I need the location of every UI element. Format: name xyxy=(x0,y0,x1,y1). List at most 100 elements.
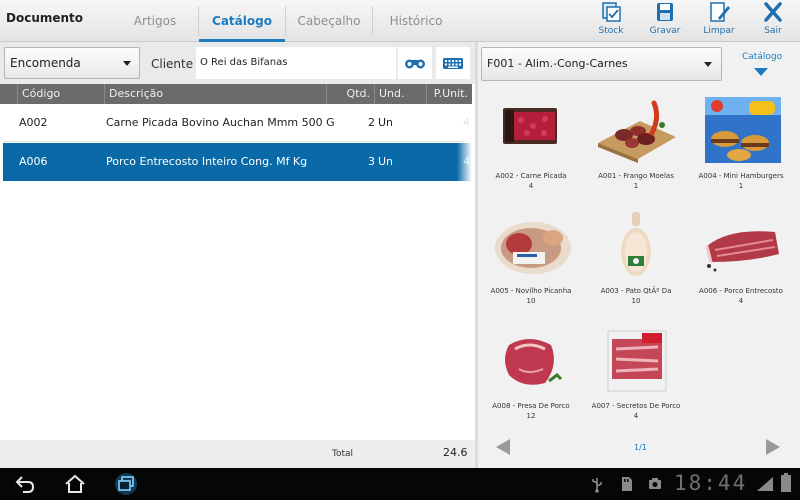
stock-button[interactable]: Stock xyxy=(589,2,633,40)
cell-und: Un xyxy=(378,155,394,168)
product-qty: 12 xyxy=(526,412,536,420)
clear-label: Limpar xyxy=(703,26,735,36)
product-tile[interactable]: A004 - Mini Hamburgers 1 xyxy=(689,95,793,190)
product-qty: 4 xyxy=(528,182,534,190)
product-name: A004 - Mini Hamburgers xyxy=(698,172,784,180)
total-value: 24.6 xyxy=(443,446,468,459)
clear-icon xyxy=(710,2,730,22)
exit-button[interactable]: Sair xyxy=(751,2,795,40)
ground-meat-image xyxy=(503,108,557,144)
table-row-selected[interactable]: A006 Porco Entrecosto Inteiro Cong. Mf K… xyxy=(3,143,471,181)
product-name: A008 - Presa De Porco xyxy=(492,402,570,410)
column-header-punit[interactable]: P.Unit. xyxy=(426,84,472,104)
product-tile[interactable]: A002 - Carne Picada 4 xyxy=(479,95,583,190)
pork-ribs-image xyxy=(705,231,779,272)
save-icon xyxy=(657,3,673,21)
product-qty: 1 xyxy=(633,182,639,190)
family-select-value: F001 - Alim.-Cong-Carnes xyxy=(487,57,628,70)
stock-icon xyxy=(602,2,621,22)
chevron-down-icon xyxy=(704,62,712,67)
clear-button[interactable]: Limpar xyxy=(697,2,741,40)
whole-duck-image xyxy=(621,212,651,276)
family-select[interactable]: F001 - Alim.-Cong-Carnes xyxy=(481,47,722,81)
tab-historico[interactable]: Histórico xyxy=(373,0,459,42)
keyboard-button[interactable] xyxy=(436,47,470,79)
column-header-codigo[interactable]: Código xyxy=(17,84,105,104)
total-bar: Total 24.6 xyxy=(0,440,475,468)
product-name: A006 - Porco Entrecosto xyxy=(699,287,783,295)
chicken-gizzards-image xyxy=(598,100,676,163)
binoculars-icon xyxy=(405,59,425,69)
catalog-panel: F001 - Alim.-Cong-Carnes Catálogo A002 -… xyxy=(478,42,800,468)
row-fade xyxy=(457,104,471,142)
product-name: A005 - Novilho Picanha xyxy=(490,287,572,295)
sd-card-icon xyxy=(622,477,632,491)
usb-icon xyxy=(592,478,602,493)
close-icon xyxy=(764,2,782,22)
column-header-descricao[interactable]: Descrição xyxy=(104,84,326,104)
product-name: A001 - Frango Moelas xyxy=(598,172,674,180)
document-filter-bar: Encomenda Cliente O Rei das Bifanas xyxy=(0,42,475,84)
search-client-button[interactable] xyxy=(398,47,432,79)
cell-codigo: A002 xyxy=(19,116,48,129)
page-indicator: 1/1 xyxy=(634,443,647,452)
tab-artigos[interactable]: Artigos xyxy=(112,0,198,42)
product-qty: 10 xyxy=(631,297,641,305)
row-fade xyxy=(457,143,471,181)
document-type-select[interactable]: Encomenda xyxy=(4,47,140,79)
product-name: A002 - Carne Picada xyxy=(495,172,567,180)
save-label: Gravar xyxy=(649,26,681,36)
exit-label: Sair xyxy=(764,26,782,36)
product-qty: 10 xyxy=(526,297,536,305)
product-tile[interactable]: A007 - Secretos De Porco 4 xyxy=(584,325,688,420)
beef-picanha-image xyxy=(495,222,571,274)
column-header-qtd[interactable]: Qtd. xyxy=(326,84,374,104)
product-qty: 1 xyxy=(738,182,744,190)
product-tile[interactable]: A005 - Novilho Picanha 10 xyxy=(479,210,583,305)
column-header-und[interactable]: Und. xyxy=(374,84,426,104)
app-toolbar: Documento Artigos Catálogo Cabeçalho His… xyxy=(0,0,800,42)
catalog-toggle-label[interactable]: Catálogo xyxy=(742,52,782,62)
cliente-label: Cliente xyxy=(151,57,194,71)
cell-qtd: 2 xyxy=(368,116,375,129)
previous-page-arrow-icon[interactable] xyxy=(496,439,510,455)
tab-cabecalho[interactable]: Cabeçalho xyxy=(286,0,372,42)
wifi-icon xyxy=(757,477,773,491)
pork-presa-image xyxy=(505,339,563,385)
page-title: Documento xyxy=(6,11,84,25)
product-qty: 4 xyxy=(633,412,639,420)
cell-qtd: 3 xyxy=(368,155,375,168)
product-tile[interactable]: A006 - Porco Entrecosto 4 xyxy=(689,210,793,305)
cell-descricao: Porco Entrecosto Inteiro Cong. Mf Kg xyxy=(106,155,308,168)
home-icon[interactable] xyxy=(64,474,86,494)
catalog-toggle-arrow-icon[interactable] xyxy=(754,68,768,76)
stock-label: Stock xyxy=(598,26,624,36)
total-label: Total xyxy=(332,449,354,459)
cliente-field[interactable]: O Rei das Bifanas xyxy=(196,47,396,79)
tab-catalogo[interactable]: Catálogo xyxy=(199,0,285,42)
next-page-arrow-icon[interactable] xyxy=(766,439,780,455)
table-row[interactable]: A002 Carne Picada Bovino Auchan Mmm 500 … xyxy=(3,104,471,142)
recent-apps-icon[interactable] xyxy=(113,472,139,496)
battery-icon xyxy=(781,473,791,492)
cell-und: Un xyxy=(378,116,394,129)
table-header: Código Descrição Qtd. Und. P.Unit. xyxy=(0,84,472,104)
product-tile[interactable]: A001 - Frango Moelas 1 xyxy=(584,95,688,190)
pork-secretos-image xyxy=(607,330,667,392)
clock: 18:44 xyxy=(674,471,748,495)
product-name: A007 - Secretos De Porco xyxy=(591,402,681,410)
back-icon[interactable] xyxy=(14,474,36,494)
product-name: A003 - Pato QtÂº Da xyxy=(600,287,672,295)
product-qty: 4 xyxy=(738,297,744,305)
mini-hamburgers-box-image xyxy=(705,97,781,163)
cell-codigo: A006 xyxy=(19,155,48,168)
system-navigation-bar: 18:44 xyxy=(0,468,800,500)
screenshot-icon xyxy=(649,478,661,489)
keyboard-icon xyxy=(443,58,463,69)
product-tile[interactable]: A008 - Presa De Porco 12 xyxy=(479,325,583,420)
chevron-down-icon xyxy=(123,61,131,66)
product-tile[interactable]: A003 - Pato QtÂº Da 10 xyxy=(584,210,688,305)
save-button[interactable]: Gravar xyxy=(643,2,687,40)
cell-descricao: Carne Picada Bovino Auchan Mmm 500 G xyxy=(106,116,335,129)
document-type-value: Encomenda xyxy=(10,56,81,70)
